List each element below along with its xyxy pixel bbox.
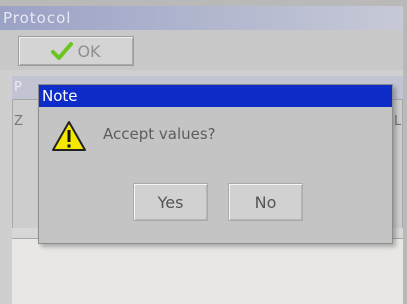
table-header-right: L [394, 114, 402, 129]
toolbar: OK [0, 30, 403, 70]
ok-button-label: OK [77, 41, 101, 61]
table-header-left: P [14, 80, 22, 95]
yes-button[interactable]: Yes [133, 183, 208, 221]
no-button[interactable]: No [228, 183, 303, 221]
dialog-message: Accept values? [103, 125, 216, 143]
table-row-left: Z [14, 114, 23, 129]
window-title: Protocol [0, 6, 403, 30]
checkmark-icon [51, 42, 74, 60]
dialog-title: Note [39, 85, 392, 107]
note-dialog: Note Accept values? Yes No [38, 84, 393, 244]
ok-button[interactable]: OK [18, 36, 134, 66]
app-screen: Protocol OK P Z L Note Accept values? Ye… [0, 6, 403, 304]
bottom-text-area [12, 238, 403, 304]
warning-icon [52, 121, 86, 151]
